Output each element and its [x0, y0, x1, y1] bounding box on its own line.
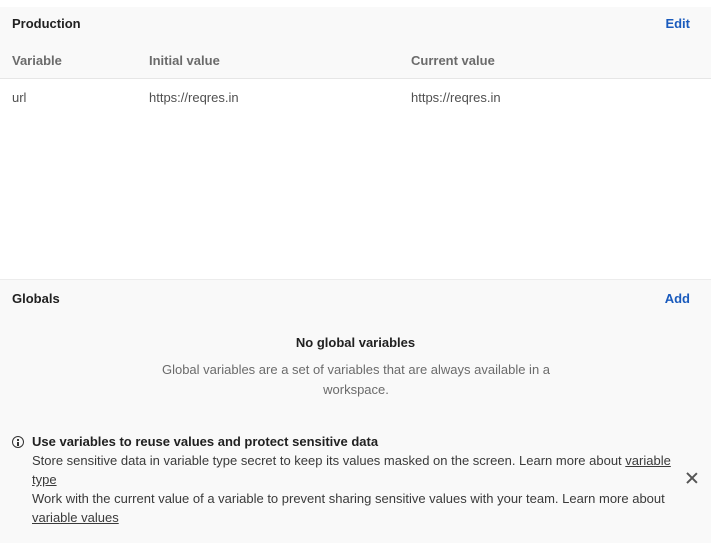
empty-state-title: No global variables	[295, 335, 416, 350]
banner-line2-text: Work with the current value of a variabl…	[32, 491, 665, 506]
column-header-initial-value: Initial value	[149, 53, 220, 68]
edit-button[interactable]: Edit	[665, 16, 690, 31]
column-header-current-value: Current value	[411, 53, 495, 68]
banner-title: Use variables to reuse values and protec…	[32, 434, 379, 449]
empty-state-description: Global variables are a set of variables …	[161, 362, 551, 397]
info-icon	[12, 436, 24, 448]
current-value-cell[interactable]: https://reqres.in	[411, 90, 501, 105]
initial-value-cell[interactable]: https://reqres.in	[149, 90, 239, 105]
environment-header: Production Edit	[0, 7, 711, 41]
banner-line1-text: Store sensitive data in variable type se…	[32, 453, 626, 468]
column-header-variable: Variable	[12, 53, 62, 68]
close-icon[interactable]	[686, 472, 698, 484]
add-global-button[interactable]: Add	[665, 291, 690, 306]
environment-panel: Production Edit Variable Initial value C…	[0, 0, 711, 543]
table-row[interactable]: url https://reqres.in https://reqres.in	[0, 79, 711, 115]
globals-title: Globals	[12, 291, 60, 306]
banner-body: Store sensitive data in variable type se…	[32, 451, 672, 527]
variable-name-cell[interactable]: url	[12, 90, 26, 105]
info-banner: Use variables to reuse values and protec…	[0, 430, 711, 540]
table-header: Variable Initial value Current value	[0, 41, 711, 79]
environment-title: Production	[12, 16, 81, 31]
variable-values-link[interactable]: variable values	[32, 510, 119, 525]
